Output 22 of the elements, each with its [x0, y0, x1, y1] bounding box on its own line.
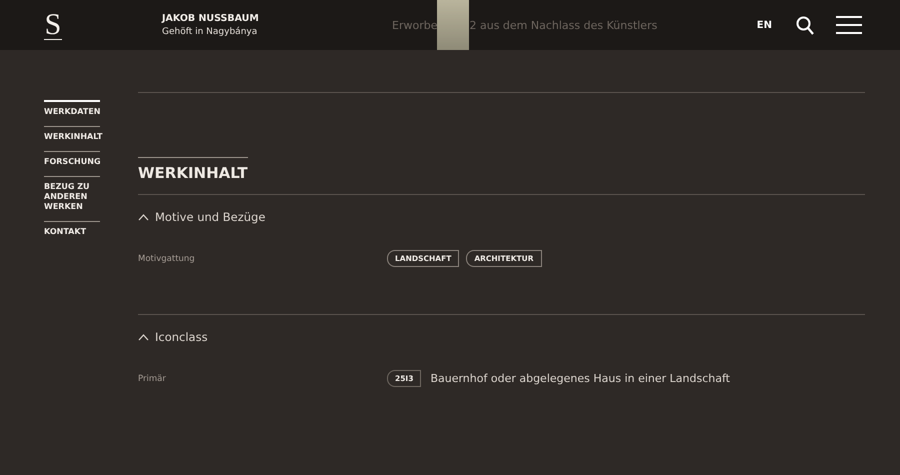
- logo[interactable]: S: [44, 10, 62, 40]
- search-icon: [796, 16, 814, 34]
- field-label: Motivgattung: [138, 254, 196, 264]
- menu-button[interactable]: [836, 16, 862, 34]
- acquisition-text: 2 aus dem Nachlass des Künstlers: [469, 18, 658, 32]
- acquisition-text: Erworbe: [392, 18, 438, 32]
- sidebar-link[interactable]: BEZUG ZU ANDEREN WERKEN: [44, 176, 100, 212]
- accordion-toggle[interactable]: Iconclass: [138, 330, 208, 344]
- section-heading: WERKINHALT: [138, 157, 248, 182]
- accordion-toggle[interactable]: Motive und Bezüge: [138, 210, 266, 224]
- artist-name: JAKOB NUSSBAUM: [162, 13, 260, 24]
- iconclass-description: Bauernhof oder abgelegenes Haus in einer Landschaft: [430, 372, 730, 385]
- sidebar-link[interactable]: KONTAKT: [44, 221, 100, 237]
- field-label: Primär: [138, 374, 167, 384]
- artwork-thumbnail[interactable]: [437, 0, 470, 50]
- sidebar-link[interactable]: WERKDATEN: [44, 100, 100, 117]
- artwork-title: Gehöft in Nagybánya: [162, 27, 258, 37]
- sidebar-link[interactable]: WERKINHALT: [44, 126, 100, 142]
- search-button[interactable]: [796, 16, 814, 34]
- language-button[interactable]: EN: [756, 20, 772, 30]
- menu-icon: [836, 16, 862, 34]
- sidebar-link[interactable]: FORSCHUNG: [44, 151, 100, 167]
